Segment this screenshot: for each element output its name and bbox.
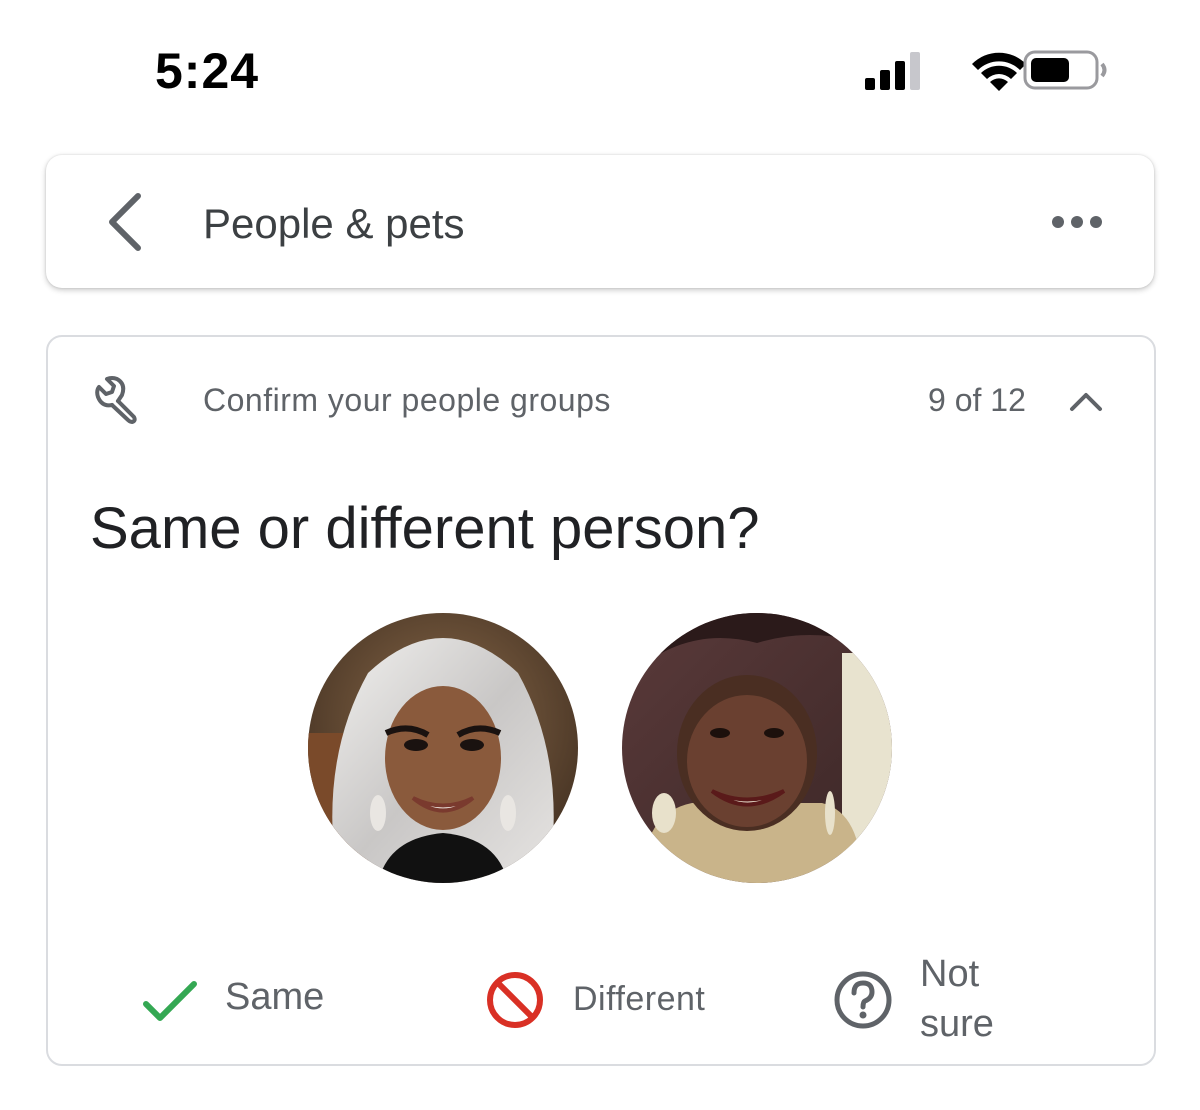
question-circle-icon (834, 971, 892, 1029)
status-icons (865, 50, 1107, 91)
same-button[interactable]: Same (140, 970, 340, 1030)
wifi-icon (972, 52, 1026, 91)
chevron-up-icon (1070, 393, 1102, 411)
checkmark-icon (143, 981, 197, 1021)
chevron-left-icon (109, 193, 141, 251)
not-sure-label-line-1: Not (920, 953, 980, 995)
different-button[interactable]: Different (485, 970, 725, 1030)
page-title: People & pets (203, 200, 465, 247)
wrench-icon (95, 376, 137, 424)
progress-counter: 9 of 12 (928, 382, 1026, 418)
different-label: Different (573, 980, 706, 1018)
battery-icon (1023, 50, 1107, 90)
not-sure-label-line-2: sure (920, 1003, 994, 1045)
same-label: Same (225, 976, 325, 1018)
face-photo-2 (622, 613, 892, 883)
face-photo-1 (308, 613, 578, 883)
card-heading: Confirm your people groups (203, 382, 611, 418)
not-sure-label: Not sure (920, 949, 1030, 1049)
collapse-button[interactable] (1066, 385, 1106, 419)
back-button[interactable] (100, 190, 150, 255)
question-text: Same or different person? (90, 496, 760, 561)
status-time: 5:24 (155, 43, 260, 99)
not-sure-button[interactable]: Not sure (830, 945, 1030, 1055)
more-options-button[interactable] (1046, 205, 1108, 239)
cellular-signal-icon (865, 52, 920, 90)
prohibited-icon (487, 972, 543, 1028)
more-horizontal-icon (1052, 216, 1102, 228)
